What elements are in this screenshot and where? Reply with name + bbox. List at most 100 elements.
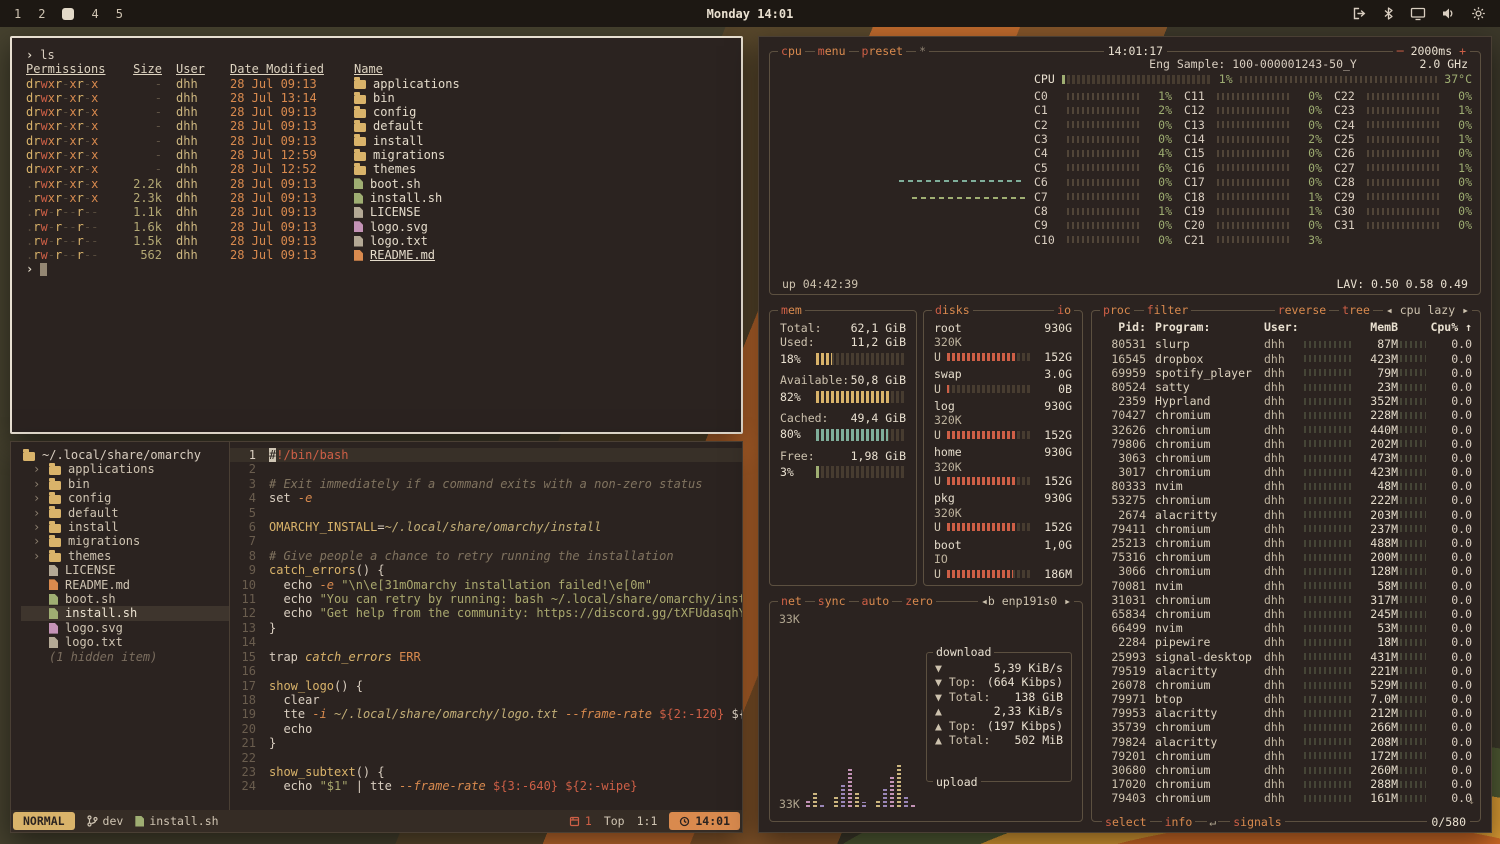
process-row[interactable]: 53275chromiumdhh222M0.0 — [1100, 493, 1472, 507]
process-row[interactable]: 3066chromiumdhh128M0.0 — [1100, 564, 1472, 578]
code-line: 23show_subtext() { — [230, 765, 742, 779]
process-row[interactable]: 70427chromiumdhh228M0.0 — [1100, 408, 1472, 422]
screen-icon[interactable] — [1410, 6, 1426, 21]
folder-icon — [49, 466, 61, 475]
net-stat: ▼5,39 KiB/s — [935, 661, 1063, 675]
workspace-button-5[interactable]: 5 — [116, 7, 123, 21]
process-row[interactable]: 66499nvimdhh53M0.0 — [1100, 621, 1472, 635]
ls-row: drwxr-xr-x-dhh28 Jul 09:13config — [26, 105, 727, 119]
proc-tab-proc[interactable]: proc — [1100, 303, 1134, 317]
process-row[interactable]: 30680chromiumdhh260M0.0 — [1100, 763, 1472, 777]
process-row[interactable]: 25213chromiumdhh488M0.0 — [1100, 536, 1472, 550]
tab-disks[interactable]: disks — [932, 303, 973, 317]
gear-icon[interactable] — [1471, 6, 1486, 21]
tab-io[interactable]: io — [1054, 303, 1074, 317]
tree-item[interactable]: logo.txt — [21, 635, 229, 649]
process-row[interactable]: 69959spotify_playerdhh79M0.0 — [1100, 366, 1472, 380]
tree-item[interactable]: README.md — [21, 578, 229, 592]
process-row[interactable]: 80531slurpdhh87M0.0 — [1100, 337, 1472, 351]
volume-icon[interactable] — [1441, 6, 1456, 21]
tree-item[interactable]: ›themes — [21, 549, 229, 563]
workspace-button-2[interactable]: 2 — [38, 7, 45, 21]
workspace-active-icon[interactable] — [62, 8, 74, 20]
mem-meter: 82% — [780, 390, 906, 404]
proc-tab-filter[interactable]: filter — [1144, 303, 1192, 317]
process-row[interactable]: 3063chromiumdhh473M0.0 — [1100, 451, 1472, 465]
ls-row: .rwxr-xr-x2.3kdhh28 Jul 09:13install.sh — [26, 191, 727, 205]
process-row[interactable]: 80333nvimdhh48M0.0 — [1100, 479, 1472, 493]
ls-row: drwxr-xr-x-dhh28 Jul 09:13default — [26, 119, 727, 133]
update-interval-control[interactable]: ─ 2000ms + — [1393, 44, 1470, 58]
tree-item[interactable]: boot.sh — [21, 592, 229, 606]
terminal-prompt-line[interactable]: › — [26, 262, 727, 276]
process-row[interactable]: 2284pipewiredhh18M0.0 — [1100, 635, 1472, 649]
logout-icon[interactable] — [1352, 6, 1367, 21]
disk-log: log930G320KU152G — [934, 399, 1072, 442]
process-row[interactable]: 79971btopdhh7.0M0.0 — [1100, 692, 1472, 706]
tree-item[interactable]: ›migrations — [21, 534, 229, 548]
process-row[interactable]: 80524sattydhh23M0.0 — [1100, 380, 1472, 394]
process-row[interactable]: 79953alacrittydhh212M0.0 — [1100, 706, 1472, 720]
scroll-down-indicator[interactable]: ↓ — [1468, 793, 1475, 807]
code-line: 1#!/bin/bash — [230, 448, 742, 462]
tree-item[interactable]: logo.svg — [21, 621, 229, 635]
tree-item[interactable]: ›default — [21, 506, 229, 520]
tree-item[interactable]: ›install — [21, 520, 229, 534]
folder-icon — [354, 95, 366, 104]
tree-item[interactable]: ›bin — [21, 477, 229, 491]
process-row[interactable]: 2359Hyprlanddhh352M0.0 — [1100, 394, 1472, 408]
tree-item[interactable]: LICENSE — [21, 563, 229, 577]
process-row[interactable]: 79806chromiumdhh202M0.0 — [1100, 437, 1472, 451]
file-tree-root[interactable]: ~/.local/share/omarchy — [21, 448, 229, 462]
process-row[interactable]: 79519alacrittydhh221M0.0 — [1100, 664, 1472, 678]
net-tab-zero[interactable]: zero — [902, 594, 936, 608]
code-line: 14 — [230, 635, 742, 649]
network-interface-selector[interactable]: ◂b enp191s0 ▸ — [978, 594, 1074, 608]
process-row[interactable]: 16545dropboxdhh423M0.0 — [1100, 352, 1472, 366]
proc-action-info[interactable]: info — [1162, 815, 1196, 829]
code-line: 9catch_errors() { — [230, 563, 742, 577]
process-row[interactable]: 26078chromiumdhh529M0.0 — [1100, 678, 1472, 692]
process-row[interactable]: 32626chromiumdhh440M0.0 — [1100, 423, 1472, 437]
net-tab-net[interactable]: net — [778, 594, 805, 608]
process-row[interactable]: 31031chromiumdhh317M0.0 — [1100, 593, 1472, 607]
upload-label: upload — [933, 775, 981, 789]
process-row[interactable]: 79201chromiumdhh172M0.0 — [1100, 749, 1472, 763]
cpu-core-C27: C271% — [1334, 161, 1472, 175]
proc-tab-reverse[interactable]: reverse — [1275, 303, 1329, 317]
net-tab-auto[interactable]: auto — [859, 594, 893, 608]
process-row[interactable]: 75316chromiumdhh200M0.0 — [1100, 550, 1472, 564]
process-row[interactable]: 2674alacrittydhh203M0.0 — [1100, 508, 1472, 522]
cpu-core-C15: C150% — [1184, 146, 1322, 160]
workspace-button-4[interactable]: 4 — [91, 7, 98, 21]
folder-icon — [354, 109, 366, 118]
workspace-button-1[interactable]: 1 — [14, 7, 21, 21]
proc-sort-mode[interactable]: ◂ cpu lazy ▸ — [1383, 303, 1472, 317]
tree-item[interactable]: install.sh — [21, 606, 229, 620]
btop-tab-menu[interactable]: menu — [815, 44, 849, 58]
code-editor[interactable]: 1#!/bin/bash23# Exit immediately if a co… — [230, 442, 742, 810]
process-row[interactable]: 3017chromiumdhh423M0.0 — [1100, 465, 1472, 479]
folder-icon — [354, 152, 366, 161]
process-row[interactable]: 65834chromiumdhh245M0.0 — [1100, 607, 1472, 621]
proc-tab-tree[interactable]: tree — [1339, 303, 1373, 317]
process-row[interactable]: 79411chromiumdhh237M0.0 — [1100, 522, 1472, 536]
proc-action-signals[interactable]: signals — [1230, 815, 1284, 829]
btop-tab-cpu[interactable]: cpu — [778, 44, 805, 58]
process-row[interactable]: 79824alacrittydhh208M0.0 — [1100, 735, 1472, 749]
bluetooth-icon[interactable] — [1382, 6, 1395, 21]
tree-item[interactable]: ›config — [21, 491, 229, 505]
top-bar: 1245 Monday 14:01 — [0, 0, 1500, 27]
process-row[interactable]: 70081nvimdhh58M0.0 — [1100, 579, 1472, 593]
btop-tab-preset[interactable]: preset — [859, 44, 907, 58]
proc-action-select[interactable]: select — [1102, 815, 1150, 829]
tree-item[interactable]: ›applications — [21, 462, 229, 476]
process-row[interactable]: 79403chromiumdhh161M0.0 — [1100, 791, 1472, 805]
tab-mem[interactable]: mem — [778, 303, 805, 317]
process-row[interactable]: 17020chromiumdhh288M0.0 — [1100, 777, 1472, 791]
process-row[interactable]: 35739chromiumdhh266M0.0 — [1100, 720, 1472, 734]
net-tab-sync[interactable]: sync — [815, 594, 849, 608]
process-row[interactable]: 25993signal-desktopdhh431M0.0 — [1100, 650, 1472, 664]
tree-item[interactable]: (1 hidden item) — [21, 650, 229, 664]
cpu-core-C25: C251% — [1334, 132, 1472, 146]
